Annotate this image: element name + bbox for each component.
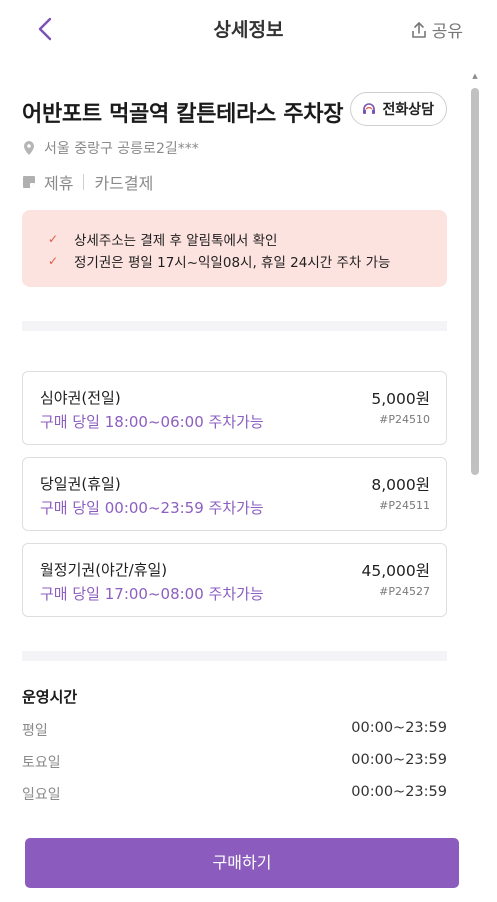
notice-item: ✓ 정기권은 평일 17시~익일08시, 휴일 24시간 주차 가능: [48, 250, 447, 272]
map-pin-icon: [24, 141, 34, 155]
scroll-up-arrow-icon[interactable]: ▲: [471, 72, 479, 80]
ticket-code: #P24527: [379, 585, 430, 598]
ticket-description: 구매 당일 00:00~23:59 주차가능: [40, 499, 264, 517]
tag-icon: [23, 176, 35, 188]
ticket-price: 5,000원: [371, 390, 430, 408]
feature-card-payment: 카드결제: [94, 174, 154, 193]
section-divider: [22, 321, 447, 331]
ticket-price: 8,000원: [371, 476, 430, 494]
detail-content[interactable]: 어반포트 먹골역 칼튼테라스 주차장 전화상담 서울 중랑구 공릉로2길***: [0, 56, 497, 806]
ticket-name: 심야권(전일): [40, 389, 121, 407]
ticket-code: #P24511: [379, 499, 430, 512]
hours-time: 00:00~23:59: [351, 752, 447, 768]
notice-item: ✓ 상세주소는 결제 후 알림톡에서 확인: [48, 228, 447, 250]
hours-row: 토요일 00:00~23:59: [22, 752, 447, 774]
features-row: 제휴 카드결제: [22, 170, 153, 194]
notice-box: ✓ 상세주소는 결제 후 알림톡에서 확인 ✓ 정기권은 평일 17시~익일08…: [22, 210, 447, 287]
lot-title-row: 어반포트 먹골역 칼튼테라스 주차장 전화상담: [22, 92, 447, 132]
check-icon: ✓: [48, 254, 59, 268]
hours-day: 평일: [22, 723, 48, 739]
headset-icon: [363, 103, 376, 114]
phone-consult-button[interactable]: 전화상담: [350, 92, 447, 126]
notice-text: 정기권은 평일 17시~익일08시, 휴일 24시간 주차 가능: [74, 255, 391, 271]
hours-day: 일요일: [22, 787, 61, 803]
ticket-price: 45,000원: [361, 562, 431, 580]
hours-time: 00:00~23:59: [351, 784, 447, 800]
hours-row: 평일 00:00~23:59: [22, 720, 447, 742]
hours-day: 토요일: [22, 755, 61, 771]
scrollbar-thumb[interactable]: [471, 88, 479, 475]
hours-row: 일요일 00:00~23:59: [22, 784, 447, 806]
share-label: 공유: [431, 22, 463, 42]
lot-name: 어반포트 먹골역 칼튼테라스 주차장: [22, 102, 344, 127]
ticket-code: #P24510: [379, 413, 430, 426]
feature-divider: [83, 174, 85, 190]
share-icon: [411, 21, 426, 38]
ticket-description: 구매 당일 17:00~08:00 주차가능: [40, 585, 264, 603]
ticket-option[interactable]: 월정기권(야간/휴일) 구매 당일 17:00~08:00 주차가능 45,00…: [22, 543, 447, 617]
address-row: 서울 중랑구 공릉로2길***: [22, 138, 199, 158]
ticket-name: 월정기권(야간/휴일): [40, 561, 168, 579]
section-divider: [22, 651, 447, 661]
hours-time: 00:00~23:59: [351, 720, 447, 736]
buy-button[interactable]: 구매하기: [25, 838, 459, 888]
notice-text: 상세주소는 결제 후 알림톡에서 확인: [74, 233, 278, 249]
check-icon: ✓: [48, 232, 59, 246]
feature-affiliate: 제휴: [44, 174, 74, 193]
phone-consult-label: 전화상담: [382, 102, 434, 118]
ticket-description: 구매 당일 18:00~06:00 주차가능: [40, 413, 264, 431]
share-button[interactable]: 공유: [410, 17, 463, 42]
ticket-option[interactable]: 당일권(휴일) 구매 당일 00:00~23:59 주차가능 8,000원 #P…: [22, 457, 447, 531]
top-app-bar: 상세정보 공유: [0, 0, 497, 56]
operating-hours-title: 운영시간: [22, 688, 78, 706]
address-text: 서울 중랑구 공릉로2길***: [44, 141, 199, 157]
ticket-name: 당일권(휴일): [40, 475, 121, 493]
ticket-option[interactable]: 심야권(전일) 구매 당일 18:00~06:00 주차가능 5,000원 #P…: [22, 371, 447, 445]
